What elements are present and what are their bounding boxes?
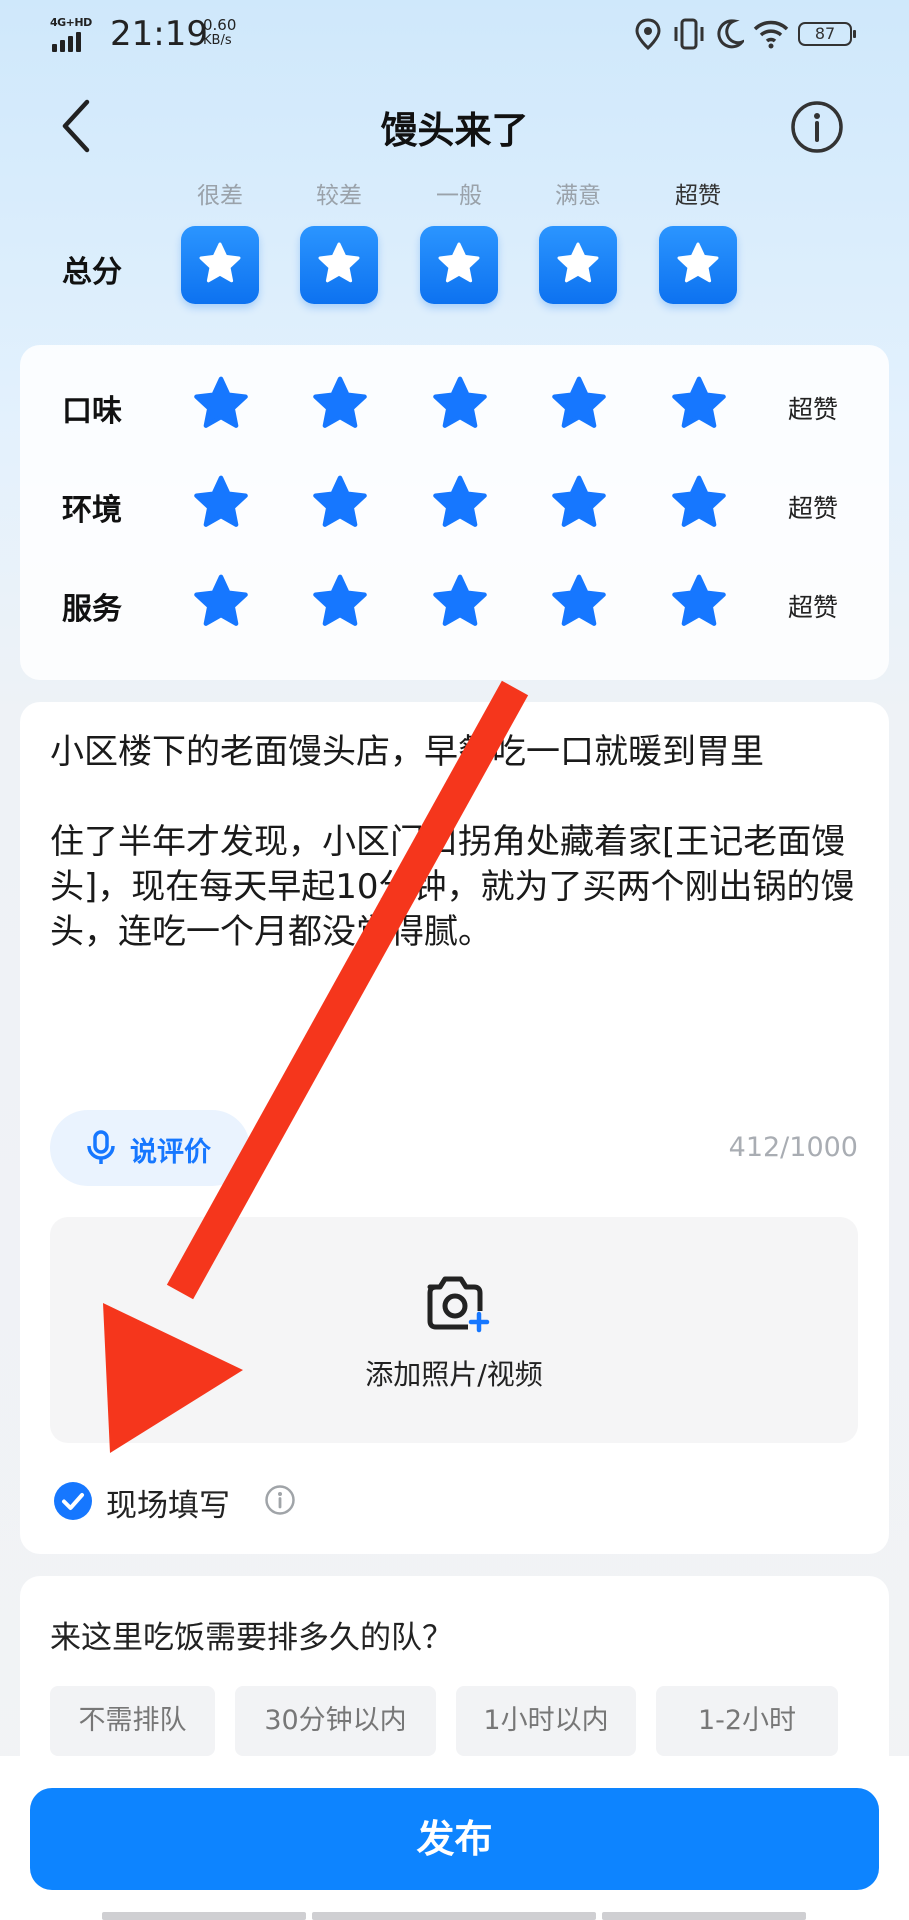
star-icon — [318, 242, 360, 283]
queue-question: 来这里吃饭需要排多久的队？ — [50, 1620, 453, 1656]
star-icon[interactable] — [429, 375, 491, 433]
queue-option[interactable]: 1-2小时 — [656, 1686, 838, 1756]
star-icon[interactable] — [548, 573, 610, 631]
overall-star-button[interactable] — [420, 226, 498, 304]
speed-unit: KB/s — [203, 33, 232, 48]
onsite-label: 现场填写 — [106, 1488, 230, 1524]
publish-button[interactable]: 发布 — [30, 1788, 879, 1890]
home-indicator — [312, 1912, 596, 1920]
sub-rating-label: 口味 — [62, 394, 122, 429]
vibrate-icon — [674, 18, 704, 50]
info-icon[interactable] — [790, 100, 844, 154]
check-icon — [62, 1493, 84, 1510]
sub-rating-label: 服务 — [62, 592, 122, 627]
voice-review-label: 说评价 — [130, 1137, 211, 1168]
star-icon[interactable] — [668, 375, 730, 433]
sub-rating-level: 超赞 — [788, 593, 839, 622]
star-icon — [557, 242, 599, 283]
star-icon[interactable] — [309, 474, 371, 532]
moon-icon — [717, 19, 744, 49]
camera-add-icon — [427, 1276, 490, 1333]
home-indicator — [602, 1912, 806, 1920]
signal-icon: 4G+HD — [50, 16, 96, 52]
microphone-icon — [87, 1130, 115, 1164]
status-bar: 4G+HD 21:19 0.60 KB/s 87 — [0, 0, 909, 70]
sub-rating-level: 超赞 — [788, 494, 839, 523]
info-icon[interactable] — [264, 1484, 296, 1516]
star-icon — [438, 242, 480, 283]
queue-option[interactable]: 1小时以内 — [456, 1686, 636, 1756]
queue-option[interactable]: 不需排队 — [50, 1686, 215, 1756]
level-label: 满意 — [555, 183, 601, 209]
star-icon — [199, 242, 241, 283]
add-media-label: 添加照片/视频 — [365, 1358, 543, 1391]
star-icon[interactable] — [190, 474, 252, 532]
network-speed: 0.60 KB/s — [203, 16, 237, 49]
sub-rating-label: 环境 — [62, 493, 122, 528]
char-counter: 412/1000 — [728, 1132, 858, 1163]
level-label: 一般 — [436, 183, 482, 209]
star-icon[interactable] — [429, 573, 491, 631]
level-label: 较差 — [316, 183, 362, 209]
star-icon[interactable] — [309, 375, 371, 433]
page-title: 馒头来了 — [380, 109, 529, 152]
star-icon[interactable] — [190, 573, 252, 631]
onsite-checkbox[interactable] — [54, 1482, 92, 1520]
clock: 21:19 — [110, 14, 208, 54]
star-icon[interactable] — [309, 573, 371, 631]
network-type: 4G+HD — [50, 16, 92, 29]
star-icon[interactable] — [548, 474, 610, 532]
star-icon[interactable] — [668, 474, 730, 532]
overall-star-button[interactable] — [300, 226, 378, 304]
add-media-button[interactable]: 添加照片/视频 — [50, 1217, 858, 1443]
star-icon[interactable] — [548, 375, 610, 433]
overall-star-button[interactable] — [659, 226, 737, 304]
overall-star-button[interactable] — [181, 226, 259, 304]
star-icon[interactable] — [429, 474, 491, 532]
star-icon[interactable] — [190, 375, 252, 433]
sub-rating-level: 超赞 — [788, 395, 839, 424]
review-textarea[interactable]: 小区楼下的老面馒头店，早餐吃一口就暖到胃里 住了半年才发现，小区门口拐角处藏着家… — [50, 730, 860, 955]
level-label: 超赞 — [675, 183, 721, 209]
voice-review-button[interactable]: 说评价 — [50, 1110, 250, 1186]
overall-star-button[interactable] — [539, 226, 617, 304]
level-label: 很差 — [197, 183, 243, 209]
wifi-icon — [753, 20, 789, 49]
queue-option[interactable]: 30分钟以内 — [235, 1686, 436, 1756]
battery-icon: 87 — [798, 22, 856, 46]
speed-value: 0.60 — [203, 16, 237, 34]
home-indicator — [102, 1912, 306, 1920]
battery-level: 87 — [814, 24, 836, 43]
location-icon — [635, 18, 661, 50]
overall-score-label: 总分 — [62, 255, 122, 290]
star-icon[interactable] — [668, 573, 730, 631]
star-icon — [677, 242, 719, 283]
